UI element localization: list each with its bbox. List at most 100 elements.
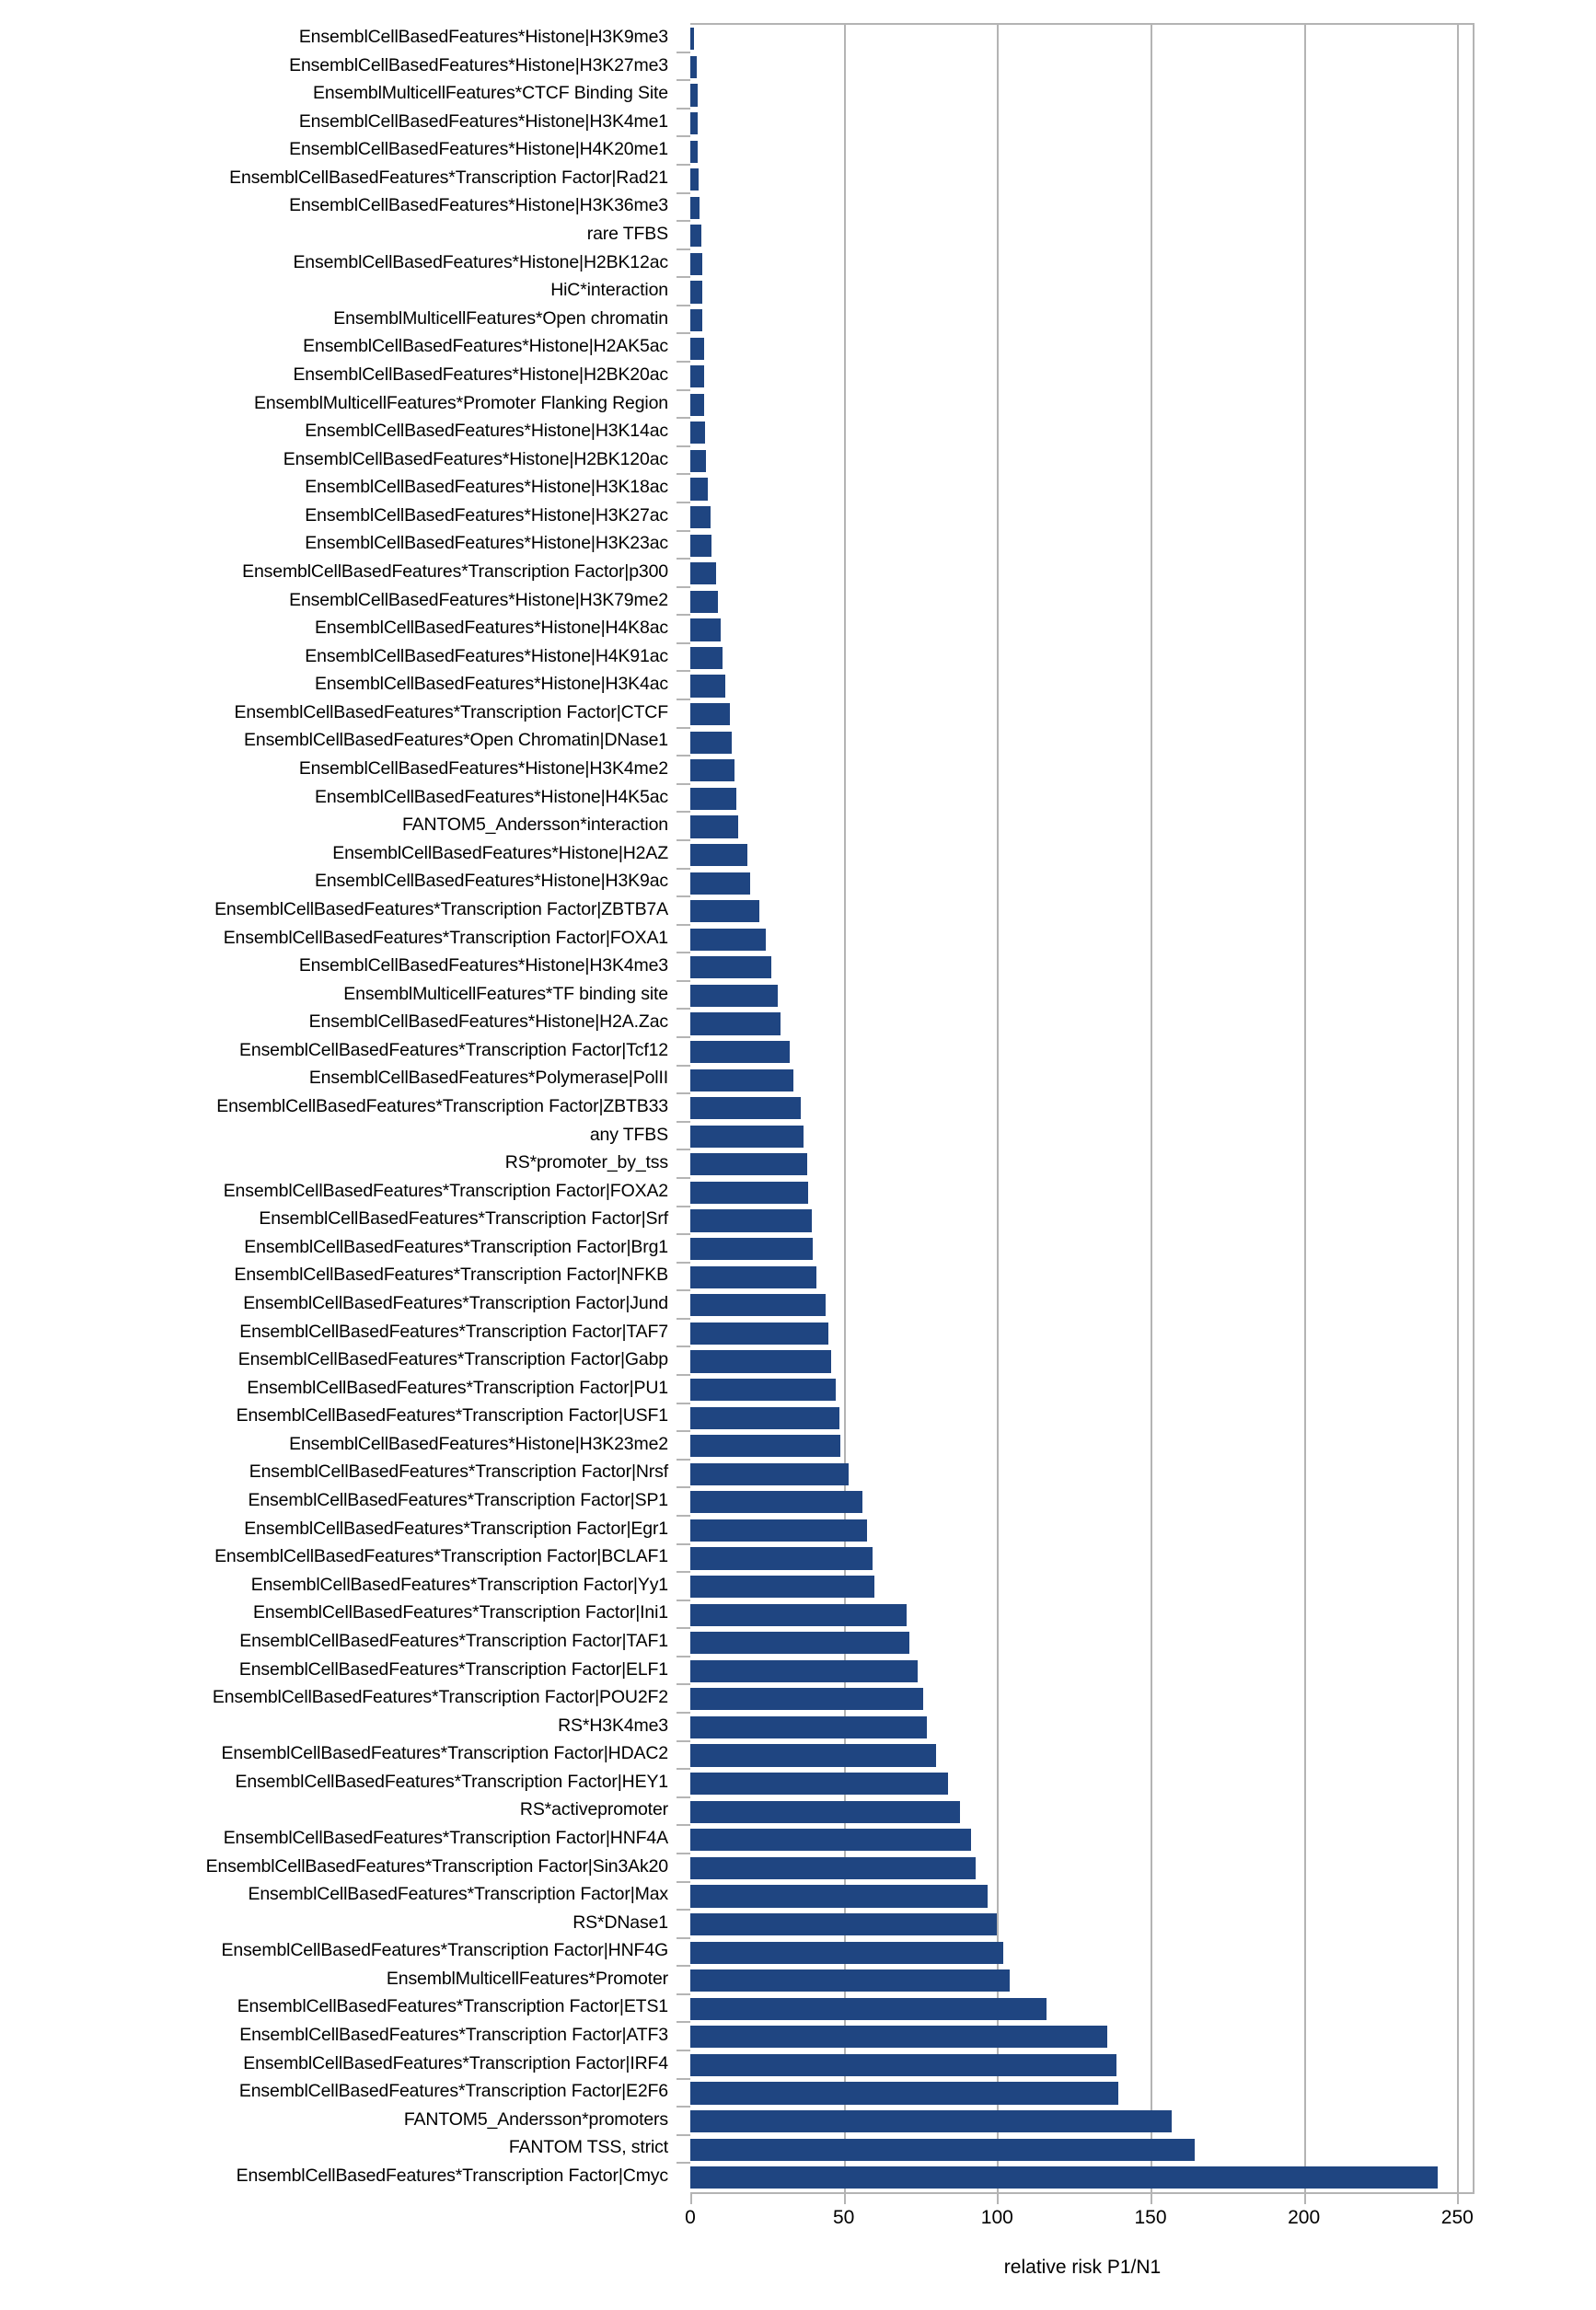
bar-row [690,222,1473,250]
bar[interactable] [690,1800,961,1823]
y-axis-tick [677,1655,690,1657]
y-axis-tick [677,501,690,503]
category-label: EnsemblMulticellFeatures*Promoter [386,1968,668,1989]
bar-row [690,306,1473,335]
bar[interactable] [690,2138,1196,2161]
category-label: EnsemblCellBasedFeatures*Transcription F… [238,1658,668,1680]
bar[interactable] [690,1350,832,1373]
bar-row [690,2079,1473,2108]
bar[interactable] [690,2109,1173,2133]
bar[interactable] [690,111,698,135]
bar-row [690,1629,1473,1657]
bar[interactable] [690,562,717,585]
bar[interactable] [690,1603,907,1626]
bar[interactable] [690,1829,971,1852]
bar[interactable] [690,534,712,557]
bar[interactable] [690,1294,826,1317]
category-label: EnsemblCellBasedFeatures*Histone|H3K4me2 [298,758,668,780]
bar[interactable] [690,984,778,1008]
bar[interactable] [690,872,750,895]
bar[interactable] [690,590,718,613]
bar[interactable] [690,28,694,51]
bar[interactable] [690,365,704,388]
bar[interactable] [690,1491,862,1514]
bar[interactable] [690,281,702,304]
bar[interactable] [690,1012,781,1035]
category-label: EnsemblCellBasedFeatures*Transcription F… [239,1039,668,1060]
bar[interactable] [690,2026,1108,2049]
bar-row [690,869,1473,897]
bar[interactable] [690,1632,910,1655]
bar[interactable] [690,2166,1438,2189]
bar[interactable] [690,1885,989,1908]
bar[interactable] [690,1715,927,1739]
category-label: RS*activepromoter [519,1799,668,1820]
bar[interactable] [690,1435,840,1458]
y-axis-tick [677,1599,690,1601]
bar[interactable] [690,337,704,360]
bar-row [690,1150,1473,1179]
y-axis-tick [677,1796,690,1798]
bar[interactable] [690,1997,1047,2020]
bar[interactable] [690,449,706,473]
bar[interactable] [690,422,705,445]
bar[interactable] [690,1773,948,1796]
bar[interactable] [690,843,747,867]
bar[interactable] [690,1547,873,1570]
bar[interactable] [690,815,738,838]
bar[interactable] [690,1744,936,1767]
bar[interactable] [690,759,735,782]
bar[interactable] [690,196,700,219]
bar[interactable] [690,646,723,670]
bar[interactable] [690,956,772,979]
bar-row [690,1066,1473,1094]
bar[interactable] [690,2082,1118,2105]
bar[interactable] [690,168,699,191]
bar[interactable] [690,478,708,501]
category-label: EnsemblCellBasedFeatures*Transcription F… [205,1855,669,1877]
bar[interactable] [690,1856,976,1879]
bar[interactable] [690,55,697,78]
bar[interactable] [690,1378,837,1402]
bar-chart: EnsemblCellBasedFeatures*Histone|H3K9me3… [0,0,1596,2310]
bar[interactable] [690,1969,1010,1992]
bar[interactable] [690,1238,814,1261]
bar[interactable] [690,252,702,275]
bar[interactable] [690,731,732,754]
bar[interactable] [690,1041,791,1064]
bar[interactable] [690,675,726,698]
bar[interactable] [690,506,711,529]
bar[interactable] [690,1912,998,1936]
bar[interactable] [690,393,705,416]
bar[interactable] [690,1519,867,1542]
category-label: EnsemblCellBasedFeatures*Histone|H2BK120… [283,448,668,469]
bar[interactable] [690,1406,839,1429]
bar[interactable] [690,1462,849,1485]
bar[interactable] [690,787,736,810]
bar[interactable] [690,1322,828,1345]
bar[interactable] [690,1209,812,1232]
bar[interactable] [690,308,703,332]
bar[interactable] [690,1068,793,1091]
bar[interactable] [690,1181,809,1205]
bar[interactable] [690,1941,1003,1964]
bar[interactable] [690,1097,801,1120]
y-axis-tick [677,304,690,306]
bar[interactable] [690,618,721,641]
category-label: FANTOM TSS, strict [508,2137,668,2158]
bar[interactable] [690,1688,924,1711]
bar[interactable] [690,140,699,163]
bar[interactable] [690,1125,804,1148]
bar[interactable] [690,703,731,726]
category-label: EnsemblCellBasedFeatures*Transcription F… [221,1743,669,1764]
bar[interactable] [690,2053,1117,2076]
bar[interactable] [690,1153,807,1176]
bar[interactable] [690,1575,874,1599]
bar[interactable] [690,84,698,107]
bar[interactable] [690,225,701,248]
bar[interactable] [690,900,759,923]
bar[interactable] [690,1265,816,1288]
bar[interactable] [690,1659,918,1682]
category-label-column: EnsemblCellBasedFeatures*Histone|H3K9me3… [0,23,677,2190]
bar[interactable] [690,928,766,951]
